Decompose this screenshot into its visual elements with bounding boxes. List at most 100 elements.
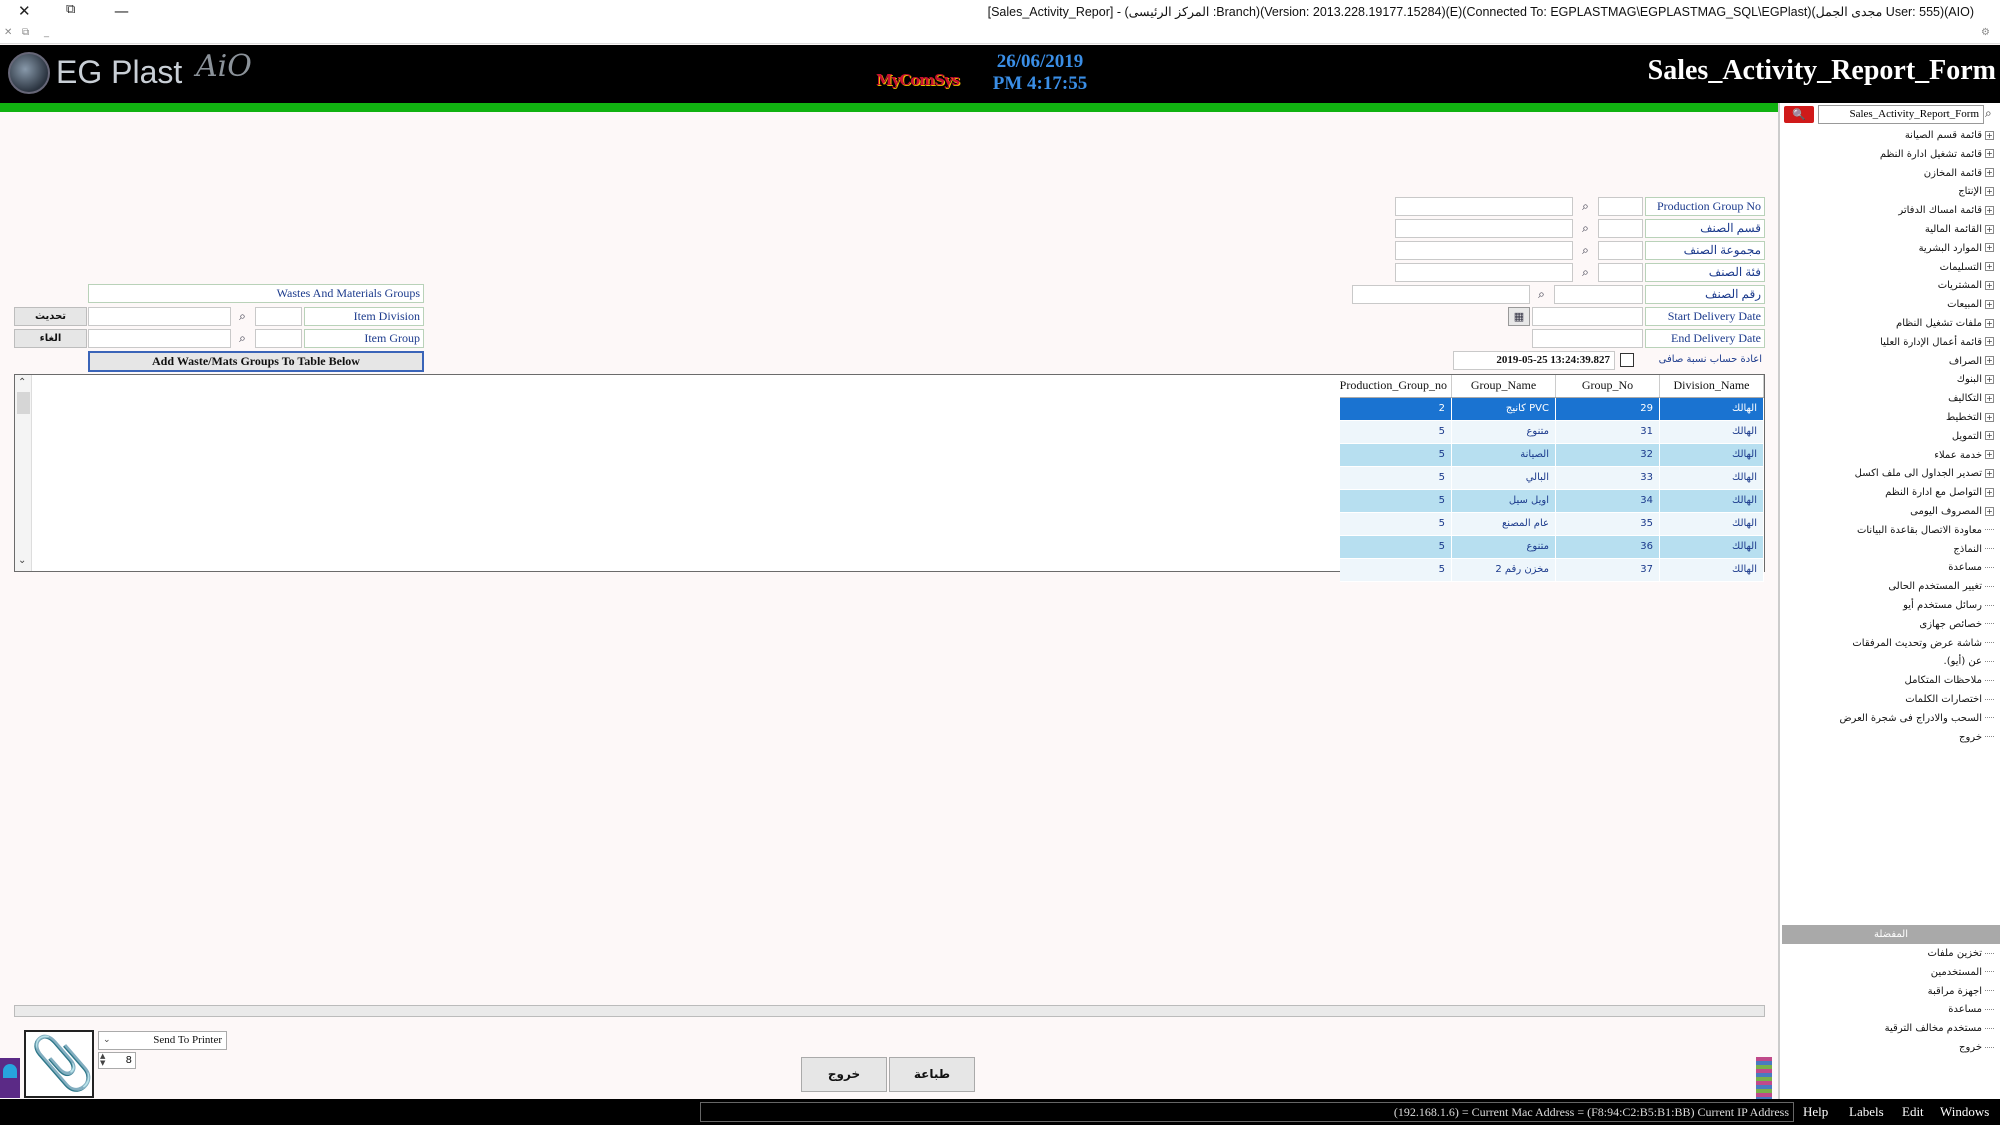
exit-button[interactable]: خروج bbox=[801, 1057, 887, 1092]
end-delivery-date-input[interactable] bbox=[1532, 329, 1643, 348]
expand-icon[interactable]: + bbox=[1985, 243, 1994, 253]
expand-icon[interactable]: + bbox=[1985, 130, 1994, 140]
side-dock-tab[interactable] bbox=[0, 1058, 20, 1098]
menu-item[interactable]: خصائص جهازى bbox=[1919, 616, 1994, 634]
expand-icon[interactable]: + bbox=[1985, 487, 1994, 497]
expand-icon[interactable]: + bbox=[1985, 318, 1994, 328]
cell-production-group-no[interactable]: 5 bbox=[1339, 512, 1452, 536]
expand-icon[interactable]: + bbox=[1985, 205, 1994, 215]
attachments-button[interactable]: 📎 bbox=[24, 1030, 95, 1098]
favorite-item[interactable]: مساعدة bbox=[1948, 1001, 1994, 1019]
cell-division-name[interactable]: الهالك bbox=[1659, 535, 1764, 559]
cell-group-no[interactable]: 32 bbox=[1555, 443, 1660, 467]
item-group-name-input[interactable] bbox=[88, 329, 231, 348]
menu-item[interactable]: +التكاليف bbox=[1948, 390, 1994, 408]
item-category-name-input[interactable] bbox=[1395, 263, 1573, 282]
mdi-minimize-icon[interactable]: _ bbox=[44, 27, 49, 38]
menu-item[interactable]: شاشة عرض وتحديث المرفقات bbox=[1852, 635, 1994, 653]
menu-item[interactable]: +قائمة امساك الدفاتر bbox=[1898, 202, 1994, 220]
menu-item[interactable]: +التخطيط bbox=[1946, 409, 1994, 427]
cell-production-group-no[interactable]: 5 bbox=[1339, 443, 1452, 467]
menu-help[interactable]: Help bbox=[1803, 1104, 1828, 1120]
expand-icon[interactable]: + bbox=[1985, 149, 1994, 159]
item-number-code-input[interactable] bbox=[1554, 285, 1643, 304]
expand-icon[interactable]: + bbox=[1985, 450, 1994, 460]
menu-item[interactable]: +قائمة قسم الصيانة bbox=[1905, 127, 1994, 145]
table-row[interactable]: 5 مخزن رقم 2 37 الهالك bbox=[1339, 558, 1764, 582]
cell-group-no[interactable]: 37 bbox=[1555, 558, 1660, 582]
mdi-restore-icon[interactable]: ⧉ bbox=[22, 27, 29, 38]
production-group-no-name-input[interactable] bbox=[1395, 197, 1573, 216]
menu-item[interactable]: خروج bbox=[1959, 729, 1994, 747]
cell-division-name[interactable]: الهالك bbox=[1659, 443, 1764, 467]
cell-production-group-no[interactable]: 5 bbox=[1339, 466, 1452, 490]
start-delivery-date-input[interactable] bbox=[1532, 307, 1643, 326]
item-number-name-input[interactable] bbox=[1352, 285, 1530, 304]
table-row[interactable]: 5 عام المصنع 35 الهالك bbox=[1339, 512, 1764, 536]
menu-item[interactable]: +تصدير الجداول الى ملف اكسل bbox=[1855, 465, 1994, 483]
scrollbar-thumb[interactable] bbox=[17, 392, 30, 414]
menu-item[interactable]: +قائمة المخازن bbox=[1924, 165, 1994, 183]
favorite-item[interactable]: المستخدمين bbox=[1931, 964, 1994, 982]
menu-item[interactable]: السحب والادراج فى شجرة العرض bbox=[1839, 710, 1994, 728]
app-settings-icon[interactable]: ⚙ bbox=[1981, 27, 1990, 38]
item-division-name-input[interactable] bbox=[88, 307, 231, 326]
menu-item[interactable]: معاودة الاتصال بقاعدة البيانات bbox=[1857, 522, 1994, 540]
stepper-arrows-icon[interactable]: ▲ ▼ bbox=[100, 1053, 105, 1067]
cell-production-group-no[interactable]: 5 bbox=[1339, 489, 1452, 513]
mdi-close-icon[interactable]: ✕ bbox=[4, 27, 12, 38]
expand-icon[interactable]: + bbox=[1985, 299, 1994, 309]
menu-item[interactable]: +التسليمات bbox=[1940, 259, 1994, 277]
expand-icon[interactable]: + bbox=[1985, 262, 1994, 272]
menu-item[interactable]: +المبيعات bbox=[1947, 296, 1994, 314]
cell-group-name[interactable]: البالي bbox=[1451, 466, 1556, 490]
expand-icon[interactable]: + bbox=[1985, 168, 1994, 178]
restore-icon[interactable]: ⧉ bbox=[66, 2, 75, 17]
cell-division-name[interactable]: الهالك bbox=[1659, 420, 1764, 444]
menu-item[interactable]: +البنوك bbox=[1957, 371, 1994, 389]
favorite-item[interactable]: مستخدم مخالف الترقية bbox=[1885, 1020, 1994, 1038]
menu-item[interactable]: +القائمة المالية bbox=[1925, 221, 1994, 239]
production-group-search-icon[interactable]: ⌕ bbox=[1576, 197, 1595, 216]
menu-item[interactable]: مساعدة bbox=[1948, 559, 1994, 577]
table-row[interactable]: 5 متنوع 36 الهالك bbox=[1339, 535, 1764, 559]
menu-item[interactable]: النماذج bbox=[1953, 541, 1994, 559]
cell-division-name[interactable]: الهالك bbox=[1659, 558, 1764, 582]
cell-production-group-no[interactable]: 5 bbox=[1339, 535, 1452, 559]
expand-icon[interactable]: + bbox=[1985, 431, 1994, 441]
cell-group-no[interactable]: 31 bbox=[1555, 420, 1660, 444]
expand-icon[interactable]: + bbox=[1985, 506, 1994, 516]
cell-group-no[interactable]: 29 bbox=[1555, 397, 1660, 421]
table-row[interactable]: 5 الصيانة 32 الهالك bbox=[1339, 443, 1764, 467]
print-button[interactable]: طباعة bbox=[889, 1057, 975, 1092]
cell-production-group-no[interactable]: 5 bbox=[1339, 558, 1452, 582]
grid-vertical-scrollbar[interactable]: ⌃ ⌄ bbox=[15, 375, 32, 571]
minimize-icon[interactable]: — bbox=[114, 2, 129, 20]
menu-item[interactable]: +قائمة تشغيل ادارة النظم bbox=[1880, 146, 1994, 164]
menu-item[interactable]: +المشتريات bbox=[1938, 277, 1994, 295]
table-row[interactable]: 5 البالي 33 الهالك bbox=[1339, 466, 1764, 490]
menu-item[interactable]: +الموارد البشرية bbox=[1919, 240, 1994, 258]
close-icon[interactable]: ✕ bbox=[18, 2, 31, 20]
cell-group-name[interactable]: متنوع bbox=[1451, 420, 1556, 444]
item-section-search-icon[interactable]: ⌕ bbox=[1576, 219, 1595, 238]
expand-icon[interactable]: + bbox=[1985, 337, 1994, 347]
favorite-item[interactable]: خروج bbox=[1959, 1039, 1994, 1057]
cell-group-no[interactable]: 36 bbox=[1555, 535, 1660, 559]
table-row[interactable]: 5 اويل سيل 34 الهالك bbox=[1339, 489, 1764, 513]
cell-division-name[interactable]: الهالك bbox=[1659, 489, 1764, 513]
books-icon[interactable] bbox=[1756, 1057, 1772, 1099]
cancel-button[interactable]: الغاء bbox=[14, 329, 87, 348]
cell-division-name[interactable]: الهالك bbox=[1659, 512, 1764, 536]
cell-group-name[interactable]: متنوع bbox=[1451, 535, 1556, 559]
cell-production-group-no[interactable]: 5 bbox=[1339, 420, 1452, 444]
cell-group-name[interactable]: مخزن رقم 2 bbox=[1451, 558, 1556, 582]
col-header-production-group-no[interactable]: Production_Group_no bbox=[1339, 375, 1452, 398]
cell-group-name[interactable]: عام المصنع bbox=[1451, 512, 1556, 536]
menu-item[interactable]: +المصروف اليومى bbox=[1910, 503, 1994, 521]
menu-item[interactable]: عن (أيو). bbox=[1944, 653, 1994, 671]
table-row[interactable]: 2 كانيج PVC 29 الهالك bbox=[1339, 397, 1764, 421]
menu-item[interactable]: اختصارات الكلمات bbox=[1905, 691, 1994, 709]
expand-icon[interactable]: + bbox=[1985, 374, 1994, 384]
expand-icon[interactable]: + bbox=[1985, 186, 1994, 196]
